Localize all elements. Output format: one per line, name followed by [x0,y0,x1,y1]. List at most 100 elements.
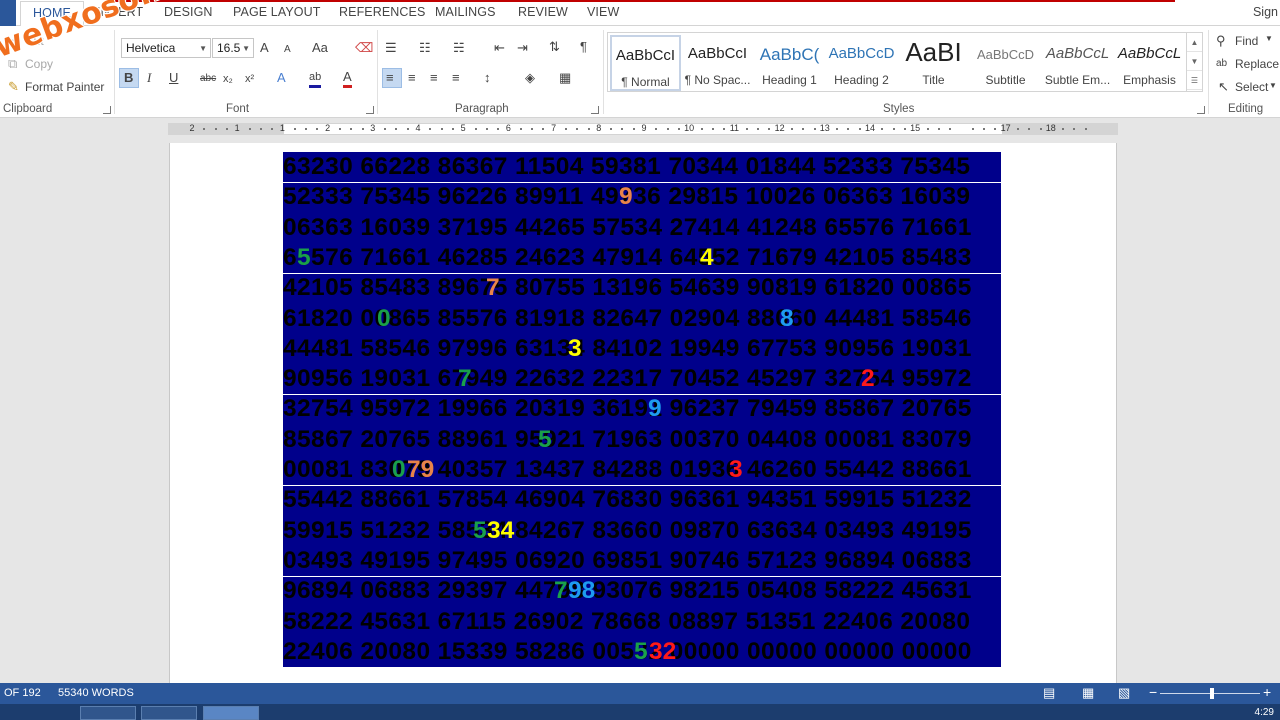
ruler-number: 13 [819,123,830,133]
read-mode-icon[interactable]: ▤ [1043,685,1055,701]
ruler-number: 3 [370,123,376,133]
ruler-tick [1062,128,1065,130]
underline-button[interactable]: U [169,70,178,86]
chevron-down-icon[interactable]: ▼ [1187,52,1202,71]
tab-mailings[interactable]: MAILINGS [435,5,496,19]
find-icon: ⚲ [1216,33,1226,48]
decrease-indent-icon[interactable]: ⇤ [494,40,505,56]
numbering-icon[interactable]: ☷ [419,40,431,56]
table-row-divider [283,484,1001,486]
clear-formatting-icon[interactable]: ⌫ [355,40,373,56]
style-emphasis[interactable]: AaBbCcL Emphasis [1114,35,1185,91]
ruler-tick [271,128,274,130]
ruler-tick [768,128,771,130]
chevron-down-icon: ▼ [199,44,207,53]
text-effects-button[interactable]: A [277,70,286,86]
tab-references[interactable]: REFERENCES [339,5,425,19]
page-count[interactable]: OF 192 [4,687,41,699]
more-styles-icon[interactable]: ☰ [1187,71,1202,90]
highlight-color-button[interactable]: ab [309,69,322,88]
font-name-combo[interactable]: Helvetica ▼ [121,38,211,58]
borders-icon[interactable]: ▦ [559,70,571,86]
styles-gallery[interactable]: AaBbCcI ¶ Normal AaBbCcI ¶ No Spac... Aa… [607,32,1203,92]
file-tab[interactable] [0,0,16,26]
italic-button[interactable]: I [147,70,151,86]
bold-button[interactable]: B [124,70,133,86]
show-formatting-button[interactable]: ¶ [580,39,587,55]
style-no-spacing[interactable]: AaBbCcI ¶ No Spac... [682,35,753,91]
subscript-button[interactable]: x₂ [223,71,233,87]
zoom-out-icon[interactable]: − [1149,684,1157,700]
increase-indent-icon[interactable]: ⇥ [517,40,528,56]
shrink-font-button[interactable]: A [284,42,291,58]
number-table[interactable]: 63230 66228 86367 11504 59381 70344 0184… [283,152,1001,667]
ruler-tick [293,128,296,130]
clipboard-launcher-icon[interactable] [103,106,111,114]
style-title[interactable]: AaBI Title [898,35,969,91]
select-button[interactable]: Select [1235,80,1268,94]
ruler-tick [632,128,635,130]
zoom-in-icon[interactable]: + [1263,684,1271,700]
styles-scroller[interactable]: ▲ ▼ ☰ [1186,33,1202,91]
ruler-number: 1 [234,123,240,133]
word-count[interactable]: 55340 WORDS [58,687,134,699]
zoom-slider-thumb[interactable] [1210,688,1214,699]
change-case-button[interactable]: Aa [312,40,328,56]
grow-font-button[interactable]: A [260,40,269,56]
taskbar-word[interactable] [203,706,259,720]
format-painter-button[interactable]: Format Painter [25,80,104,94]
print-layout-icon[interactable]: ▦ [1082,685,1094,701]
shading-icon[interactable]: ◈ [525,70,535,86]
justify-icon[interactable]: ≡ [452,70,460,86]
sort-icon[interactable]: ⇅ [549,39,560,55]
ruler-tick [384,128,387,130]
tab-design[interactable]: DESIGN [164,5,213,19]
ruler-tick [802,128,805,130]
ruler-tick [531,128,533,130]
style-heading-1[interactable]: AaBbC( Heading 1 [754,35,825,91]
align-left-icon[interactable]: ≡ [386,70,394,86]
select-icon: ↖ [1218,79,1229,94]
ruler-tick [338,128,341,130]
find-button[interactable]: Find [1235,34,1258,48]
ruler-tick [497,128,500,130]
web-layout-icon[interactable]: ▧ [1118,685,1130,701]
taskbar-app[interactable] [141,706,197,720]
highlighted-digit: 2 [861,365,875,393]
style-subtitle[interactable]: AaBbCcD Subtitle [970,35,1041,91]
sign-in-link[interactable]: Sign [1253,5,1278,19]
style-subtle-emphasis[interactable]: AaBbCcL Subtle Em... [1042,35,1113,91]
paragraph-launcher-icon[interactable] [591,106,599,114]
strikethrough-button[interactable]: abc [200,71,216,87]
align-right-icon[interactable]: ≡ [430,70,438,86]
bullets-icon[interactable]: ☰ [385,40,397,56]
copy-button[interactable]: Copy [25,57,53,71]
align-center-icon[interactable]: ≡ [408,70,416,86]
ruler-tick [1084,128,1087,130]
line-spacing-icon[interactable]: ↕ [484,70,491,86]
tab-page-layout[interactable]: PAGE LAYOUT [233,5,320,19]
font-launcher-icon[interactable] [366,106,374,114]
font-color-button[interactable]: A [343,69,352,88]
chevron-up-icon[interactable]: ▲ [1187,33,1202,52]
font-size-combo[interactable]: 16.5 ▼ [212,38,254,58]
number-line: 55442 88661 57854 46904 76830 96361 9435… [283,486,972,514]
ruler-tick [451,128,454,130]
tab-view[interactable]: VIEW [587,5,619,19]
ruler-tick [757,128,759,130]
tab-review[interactable]: REVIEW [518,5,568,19]
ruler-tick [994,128,997,130]
replace-button[interactable]: Replace [1235,57,1279,71]
clipboard-group-label: Clipboard [3,103,53,115]
style-name: Heading 1 [762,73,817,87]
ruler-tick [587,128,590,130]
style-heading-2[interactable]: AaBbCcD Heading 2 [826,35,897,91]
highlighted-digit: 98 [568,577,596,605]
style-normal[interactable]: AaBbCcI ¶ Normal [610,35,681,91]
taskbar-explorer[interactable] [80,706,136,720]
highlighted-digit: 5 [473,516,487,544]
superscript-button[interactable]: x² [245,71,254,87]
multilevel-list-icon[interactable]: ☵ [453,40,465,56]
styles-launcher-icon[interactable] [1197,106,1205,114]
horizontal-ruler[interactable]: 2 1 1 2 3 4 5 6 7 8 9 10 11 12 13 14 15 17 18 [168,123,1118,135]
